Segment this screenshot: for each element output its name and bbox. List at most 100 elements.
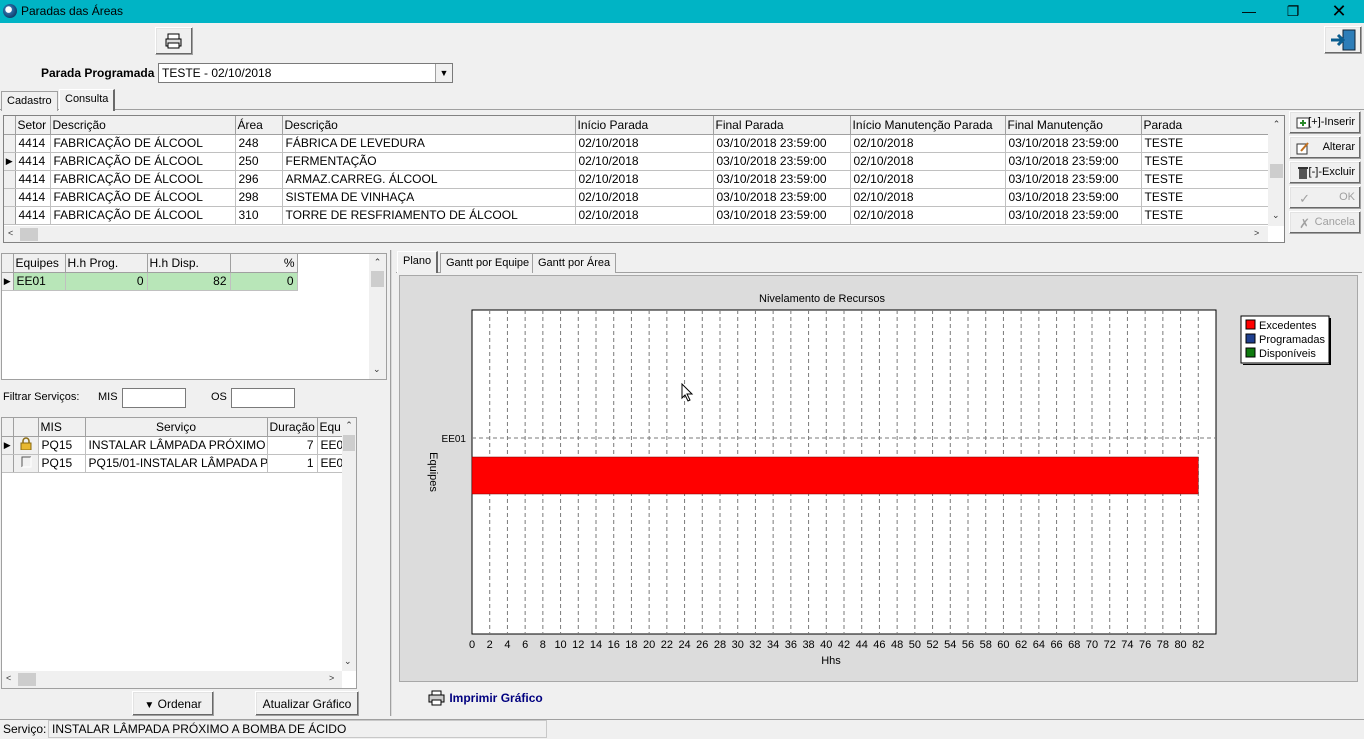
cell[interactable]: 03/10/2018 23:59:00 — [713, 152, 851, 171]
atualizar-grafico-button[interactable]: Atualizar Gráfico — [255, 691, 359, 716]
parada-select[interactable]: TESTE - 02/10/2018 ▼ — [158, 63, 453, 83]
col-header[interactable]: Início Parada — [575, 116, 714, 135]
cell[interactable]: 296 — [235, 170, 283, 189]
cell[interactable]: 03/10/2018 23:59:00 — [713, 188, 851, 207]
cell[interactable]: FABRICAÇÃO DE ÁLCOOL — [50, 188, 236, 207]
col-header[interactable]: % — [230, 254, 298, 273]
cell[interactable]: 0 — [65, 272, 148, 291]
cell[interactable]: 02/10/2018 — [575, 188, 714, 207]
inserir-button[interactable]: [+]-Inserir — [1289, 111, 1361, 134]
os-input[interactable] — [231, 388, 295, 408]
scroll-thumb[interactable] — [371, 271, 384, 287]
table-row[interactable]: 4414 FABRICAÇÃO DE ÁLCOOL 298 SISTEMA DE… — [4, 188, 1269, 207]
cell[interactable]: 03/10/2018 23:59:00 — [1005, 206, 1142, 225]
cell[interactable]: 310 — [235, 206, 283, 225]
mis-input[interactable] — [122, 388, 186, 408]
scroll-left-icon[interactable]: < — [8, 228, 13, 238]
table-row[interactable]: 4414 FABRICAÇÃO DE ÁLCOOL 248 FÁBRICA DE… — [4, 134, 1269, 153]
scroll-up-icon[interactable]: ⌃ — [369, 257, 386, 268]
cell[interactable]: FABRICAÇÃO DE ÁLCOOL — [50, 170, 236, 189]
cell[interactable]: FÁBRICA DE LEVEDURA — [282, 134, 576, 153]
col-header[interactable]: Descrição — [282, 116, 576, 135]
scroll-down-icon[interactable]: ⌄ — [373, 364, 381, 375]
table-row[interactable]: ▶ EE01 0 82 0 — [2, 272, 298, 291]
cell[interactable]: 02/10/2018 — [575, 134, 714, 153]
cell[interactable]: 250 — [235, 152, 283, 171]
ordenar-button[interactable]: ▼ Ordenar — [132, 691, 214, 716]
scroll-left-icon[interactable]: < — [6, 673, 11, 683]
scroll-thumb[interactable] — [343, 435, 355, 451]
cell[interactable]: ARMAZ.CARREG. ÁLCOOL — [282, 170, 576, 189]
cell[interactable]: EE0 — [317, 454, 343, 473]
cell[interactable]: 4414 — [15, 134, 51, 153]
cell[interactable]: TORRE DE RESFRIAMENTO DE ÁLCOOL — [282, 206, 576, 225]
paradas-hscrollbar[interactable]: < > — [4, 226, 1268, 242]
cell[interactable]: 03/10/2018 23:59:00 — [1005, 134, 1142, 153]
col-header[interactable]: Início Manutenção Parada — [850, 116, 1006, 135]
cell[interactable]: 03/10/2018 23:59:00 — [1005, 170, 1142, 189]
tab-gantt-equipe[interactable]: Gantt por Equipe — [440, 253, 536, 273]
splitter[interactable] — [390, 250, 392, 716]
scroll-down-icon[interactable]: ⌄ — [344, 656, 352, 667]
cell[interactable]: 03/10/2018 23:59:00 — [713, 134, 851, 153]
imprimir-grafico-button[interactable]: Imprimir Gráfico — [428, 690, 543, 706]
cell[interactable]: 4414 — [15, 206, 51, 225]
col-header[interactable]: Serviço — [85, 418, 268, 437]
cell[interactable]: 4414 — [15, 188, 51, 207]
ok-button[interactable]: ✓ OK — [1289, 186, 1361, 209]
col-header[interactable]: Descrição — [50, 116, 236, 135]
cell[interactable]: TESTE — [1141, 206, 1269, 225]
cell[interactable]: FABRICAÇÃO DE ÁLCOOL — [50, 152, 236, 171]
cell[interactable]: TESTE — [1141, 170, 1269, 189]
cell[interactable]: 0 — [230, 272, 298, 291]
lock-icon[interactable] — [13, 436, 39, 455]
scroll-up-icon[interactable]: ⌃ — [342, 420, 356, 431]
cell[interactable]: 02/10/2018 — [850, 206, 1006, 225]
cell[interactable]: 03/10/2018 23:59:00 — [1005, 188, 1142, 207]
cell[interactable]: PQ15 — [38, 436, 86, 455]
cell[interactable]: 1 — [267, 454, 318, 473]
table-row[interactable]: ▶ 4414 FABRICAÇÃO DE ÁLCOOL 250 FERMENTA… — [4, 152, 1269, 171]
col-header[interactable]: H.h Disp. — [147, 254, 231, 273]
paradas-vscrollbar[interactable]: ⌃ ⌄ — [1268, 116, 1284, 226]
cell[interactable]: 4414 — [15, 170, 51, 189]
chevron-down-icon[interactable]: ▼ — [435, 64, 452, 82]
close-icon[interactable]: ✕ — [1316, 0, 1362, 23]
cell[interactable]: 02/10/2018 — [850, 170, 1006, 189]
scroll-thumb[interactable] — [20, 228, 38, 241]
scroll-down-icon[interactable]: ⌄ — [1272, 210, 1280, 221]
col-header[interactable]: Duração — [267, 418, 318, 437]
alterar-button[interactable]: Alterar — [1289, 136, 1361, 159]
cell[interactable]: TESTE — [1141, 188, 1269, 207]
cell[interactable]: 248 — [235, 134, 283, 153]
scroll-right-icon[interactable]: > — [329, 673, 334, 683]
cell[interactable]: 82 — [147, 272, 231, 291]
col-header[interactable]: Final Parada — [713, 116, 851, 135]
cancela-button[interactable]: ✗ Cancela — [1289, 211, 1361, 234]
cell[interactable]: 02/10/2018 — [850, 134, 1006, 153]
servicos-hscrollbar[interactable]: < > — [2, 671, 342, 688]
table-row[interactable]: 4414 FABRICAÇÃO DE ÁLCOOL 310 TORRE DE R… — [4, 206, 1269, 225]
tab-consulta[interactable]: Consulta — [59, 89, 116, 111]
cell[interactable]: 02/10/2018 — [575, 152, 714, 171]
excluir-button[interactable]: [-]-Excluir — [1289, 161, 1361, 184]
col-header[interactable]: Final Manutenção — [1005, 116, 1142, 135]
cell[interactable]: TESTE — [1141, 152, 1269, 171]
maximize-icon[interactable]: ❐ — [1270, 0, 1316, 23]
cell[interactable]: FABRICAÇÃO DE ÁLCOOL — [50, 206, 236, 225]
scroll-thumb[interactable] — [18, 673, 36, 686]
scroll-right-icon[interactable]: > — [1254, 228, 1259, 238]
cell[interactable]: 298 — [235, 188, 283, 207]
cell[interactable]: EE0 — [317, 436, 343, 455]
cell[interactable]: 03/10/2018 23:59:00 — [1005, 152, 1142, 171]
col-header[interactable]: Parada — [1141, 116, 1269, 135]
col-header[interactable]: Área — [235, 116, 283, 135]
cell[interactable]: 4414 — [15, 152, 51, 171]
tab-cadastro[interactable]: Cadastro — [1, 91, 58, 111]
cell[interactable]: PQ15 — [38, 454, 86, 473]
cell[interactable]: 02/10/2018 — [850, 152, 1006, 171]
cell[interactable]: 7 — [267, 436, 318, 455]
col-header[interactable]: H.h Prog. — [65, 254, 148, 273]
table-row[interactable]: ▶ PQ15 INSTALAR LÂMPADA PRÓXIMO A E 7 EE… — [2, 436, 343, 455]
cell[interactable]: 02/10/2018 — [575, 170, 714, 189]
